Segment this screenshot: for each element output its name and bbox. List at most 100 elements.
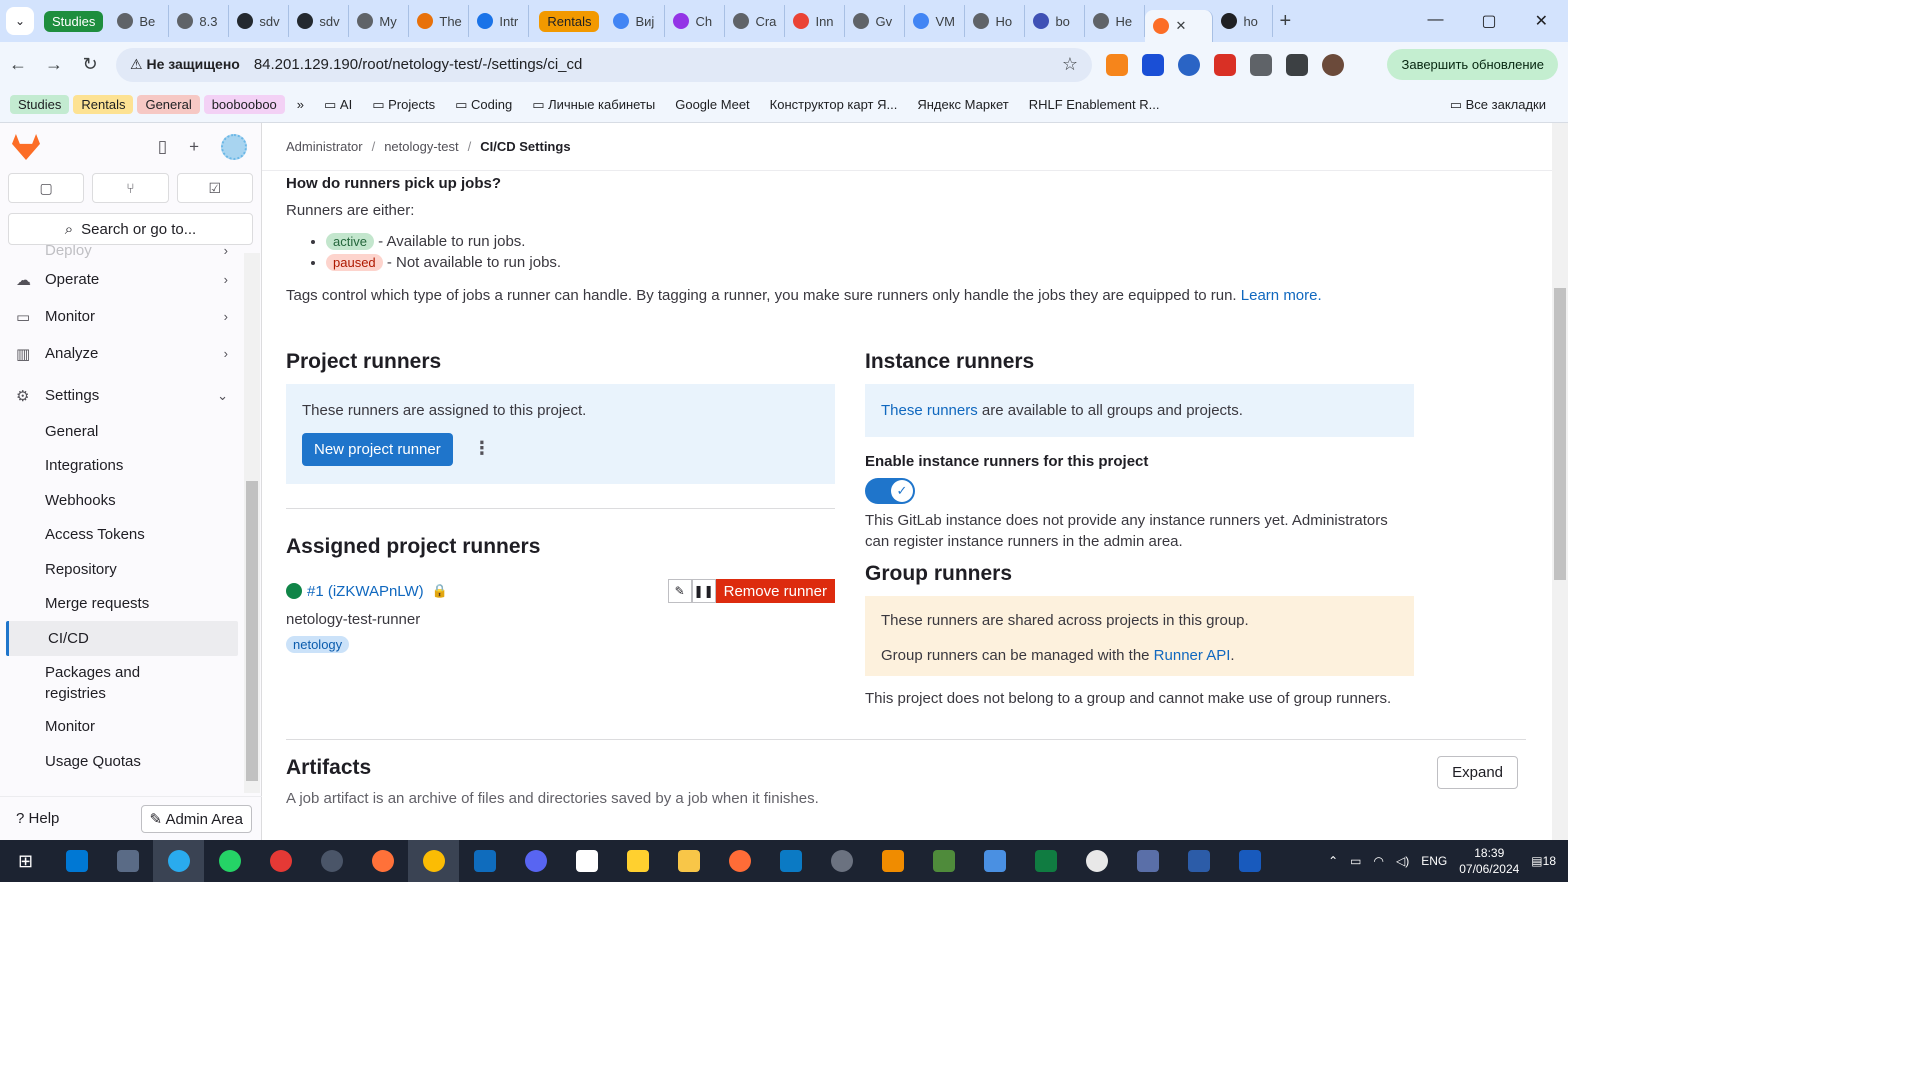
reload-icon[interactable]: ↻ bbox=[72, 54, 108, 75]
expand-artifacts-button[interactable]: Expand bbox=[1437, 756, 1518, 789]
bookmark-google-meet[interactable]: Google Meet bbox=[667, 95, 757, 114]
browser-tab[interactable]: He bbox=[1085, 5, 1146, 37]
chrome-icon[interactable] bbox=[408, 840, 459, 882]
new-project-runner-button[interactable]: New project runner bbox=[302, 433, 453, 466]
bookmark-group-boobooboo[interactable]: boobooboo bbox=[203, 95, 285, 114]
browser-tab[interactable]: 8.3 bbox=[169, 5, 230, 37]
sidebar-item-monitor[interactable]: ▭ Monitor › bbox=[0, 298, 244, 335]
tab-close-icon[interactable]: ✕ bbox=[1175, 18, 1186, 34]
learn-more-link[interactable]: Learn more. bbox=[1241, 287, 1322, 304]
more-groups-icon[interactable]: » bbox=[289, 95, 312, 114]
powershell-icon[interactable] bbox=[1173, 840, 1224, 882]
minimize-icon[interactable]: — bbox=[1427, 11, 1443, 31]
wifi-icon[interactable]: ◠ bbox=[1374, 854, 1384, 868]
finish-update-button[interactable]: Завершить обновление bbox=[1387, 49, 1558, 80]
instance-runners-toggle[interactable]: ✓ bbox=[865, 478, 915, 504]
back-icon[interactable]: ← bbox=[0, 54, 36, 75]
sidebar-item-analyze[interactable]: ▥ Analyze › bbox=[0, 335, 244, 372]
volume-icon[interactable]: ◁) bbox=[1396, 854, 1409, 868]
browser-tab[interactable]: Ch bbox=[665, 5, 726, 37]
mail-icon[interactable] bbox=[459, 840, 510, 882]
app-icon[interactable] bbox=[918, 840, 969, 882]
windows-start-icon[interactable]: ⊞ bbox=[0, 840, 51, 882]
browser-tab[interactable]: Cra bbox=[725, 5, 786, 37]
these-runners-link[interactable]: These runners bbox=[881, 402, 978, 419]
app-icon[interactable] bbox=[969, 840, 1020, 882]
profile-avatar-icon[interactable] bbox=[1322, 53, 1344, 76]
shield-extension-icon[interactable] bbox=[1142, 53, 1164, 76]
runner-link[interactable]: #1 (iZKWAPnLW) bbox=[307, 583, 424, 600]
metamask-icon[interactable] bbox=[1106, 53, 1128, 76]
vscode-icon[interactable] bbox=[51, 840, 102, 882]
bookmark-folder-ai[interactable]: AI bbox=[316, 95, 360, 115]
settings-item-packages[interactable]: Packages and registries bbox=[0, 656, 150, 710]
close-window-icon[interactable]: ✕ bbox=[1535, 11, 1548, 31]
sidebar-scrollbar[interactable] bbox=[244, 253, 260, 793]
chevron-up-icon[interactable]: ⌃ bbox=[1328, 854, 1338, 868]
sidebar-item-deploy[interactable]: Deploy › bbox=[0, 245, 244, 261]
browser-tab[interactable]: bo bbox=[1025, 5, 1086, 37]
bookmark-folder-cabinets[interactable]: Личные кабинеты bbox=[524, 95, 663, 115]
bookmark-group-general[interactable]: General bbox=[137, 95, 200, 114]
new-tab-icon[interactable]: + bbox=[1279, 10, 1291, 33]
battery-icon[interactable]: ▭ bbox=[1350, 854, 1361, 868]
app-icon[interactable] bbox=[306, 840, 357, 882]
settings-item-usage-quotas[interactable]: Usage Quotas bbox=[0, 744, 244, 779]
browser-tab[interactable]: Gv bbox=[845, 5, 906, 37]
user-avatar[interactable] bbox=[221, 134, 247, 160]
sidebar-scrollbar-thumb[interactable] bbox=[246, 481, 258, 781]
pause-runner-button[interactable]: ❚❚ bbox=[691, 579, 716, 603]
help-button[interactable]: ? Help bbox=[16, 810, 59, 827]
browser-tab[interactable]: VM bbox=[905, 5, 966, 37]
page-scrollbar-thumb[interactable] bbox=[1554, 288, 1566, 580]
maximize-icon[interactable]: ▢ bbox=[1481, 11, 1496, 31]
language-indicator[interactable]: ENG bbox=[1421, 854, 1447, 868]
bookmark-group-studies[interactable]: Studies bbox=[10, 95, 70, 114]
sidebar-item-operate[interactable]: ☁ Operate › bbox=[0, 261, 244, 298]
address-bar[interactable]: ⚠ Не защищено 84.201.129.190/root/netolo… bbox=[116, 47, 1092, 82]
browser-tab[interactable]: sdv bbox=[289, 5, 350, 37]
merge-requests-icon[interactable]: ⑂ bbox=[92, 173, 169, 203]
browser-tab[interactable]: The bbox=[409, 5, 470, 37]
bookmark-folder-projects[interactable]: Projects bbox=[364, 95, 443, 115]
tab-group-studies[interactable]: Studies bbox=[44, 10, 104, 32]
media-control-icon[interactable] bbox=[1286, 53, 1308, 76]
app-icon[interactable] bbox=[765, 840, 816, 882]
whatsapp-icon[interactable] bbox=[204, 840, 255, 882]
app-icon[interactable] bbox=[1071, 840, 1122, 882]
settings-item-repository[interactable]: Repository bbox=[0, 552, 244, 587]
off-extension-icon[interactable] bbox=[1214, 53, 1236, 76]
excel-icon[interactable] bbox=[1020, 840, 1071, 882]
app-icon[interactable] bbox=[1122, 840, 1173, 882]
browser-tab[interactable]: Inn bbox=[785, 5, 846, 37]
postman-icon[interactable] bbox=[714, 840, 765, 882]
v-extension-icon[interactable] bbox=[1178, 53, 1200, 76]
settings-item-general[interactable]: General bbox=[0, 414, 244, 449]
bookmark-star-icon[interactable]: ☆ bbox=[1062, 54, 1078, 75]
breadcrumb-administrator[interactable]: Administrator bbox=[286, 139, 363, 154]
create-new-icon[interactable]: + bbox=[189, 137, 199, 157]
bookmark-folder-coding[interactable]: Coding bbox=[447, 95, 520, 115]
settings-item-cicd[interactable]: CI/CD bbox=[6, 621, 238, 656]
edit-runner-button[interactable]: ✎ bbox=[667, 579, 692, 603]
browser-tab[interactable]: Be bbox=[109, 5, 170, 37]
tab-group-rentals[interactable]: Rentals bbox=[539, 10, 600, 32]
settings-item-webhooks[interactable]: Webhooks bbox=[0, 483, 244, 518]
more-actions-icon[interactable]: ⋮ bbox=[473, 438, 491, 459]
admin-area-button[interactable]: ✎ Admin Area bbox=[140, 804, 252, 833]
vlc-icon[interactable] bbox=[867, 840, 918, 882]
todos-icon[interactable]: ☑ bbox=[176, 173, 253, 203]
sidebar-item-settings[interactable]: ⚙ Settings ⌄ bbox=[0, 377, 244, 414]
clock[interactable]: 18:39 07/06/2024 bbox=[1459, 845, 1519, 877]
breadcrumb-current[interactable]: CI/CD Settings bbox=[480, 139, 570, 154]
app-icon[interactable] bbox=[255, 840, 306, 882]
telegram-icon[interactable] bbox=[153, 840, 204, 882]
word-icon[interactable] bbox=[1224, 840, 1275, 882]
remove-runner-button[interactable]: Remove runner bbox=[715, 579, 835, 603]
issues-icon[interactable]: ▢ bbox=[8, 173, 85, 203]
settings-item-monitor[interactable]: Monitor bbox=[0, 710, 244, 745]
browser-tab[interactable]: My bbox=[349, 5, 410, 37]
bookmark-market[interactable]: Яндекс Маркет bbox=[909, 95, 1016, 114]
page-scrollbar[interactable] bbox=[1552, 123, 1568, 840]
browser-tab[interactable]: ho bbox=[1213, 5, 1274, 37]
